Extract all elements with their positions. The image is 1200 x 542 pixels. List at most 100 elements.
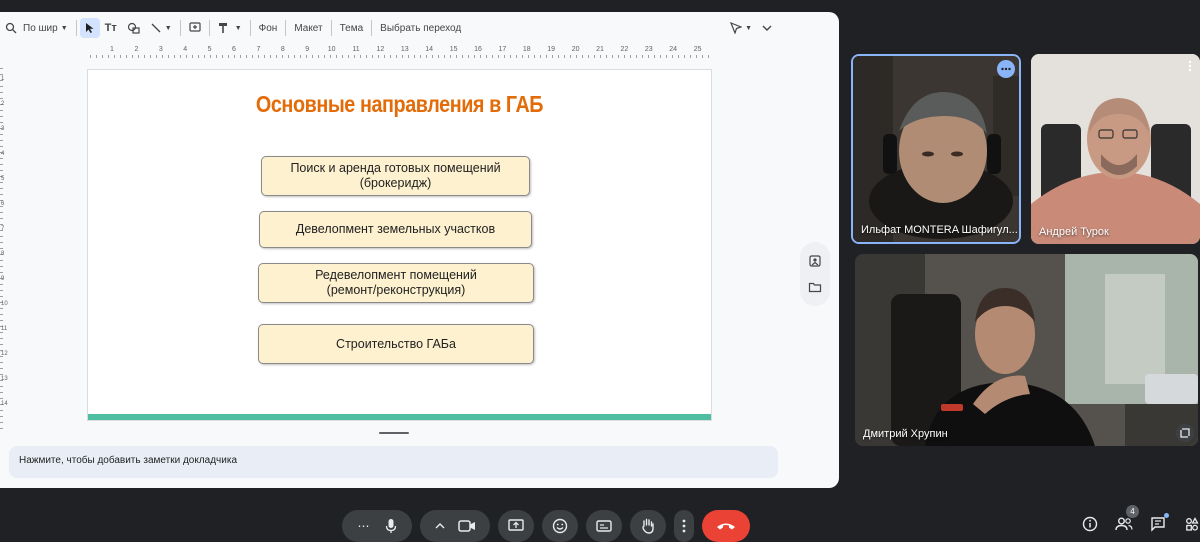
microphone-icon[interactable]	[385, 518, 397, 534]
shapes-icon	[127, 22, 140, 34]
ruler-ticks	[90, 55, 712, 58]
unread-dot	[1164, 513, 1169, 518]
background-button[interactable]: Фон	[254, 18, 283, 38]
crop-frame-icon[interactable]	[1176, 424, 1194, 442]
background-label: Фон	[258, 22, 278, 34]
ruler-number: 16	[474, 46, 482, 53]
captions-icon	[596, 520, 612, 532]
zoom-label: По шир	[23, 22, 58, 34]
more-horizontal-icon	[1001, 67, 1011, 71]
call-controls: ⋯	[342, 510, 750, 542]
slide-footer-bar	[88, 414, 711, 420]
ruler-number: 5	[1, 176, 5, 182]
toolbar-divider	[371, 20, 373, 36]
paint-format-button[interactable]: ▼	[213, 18, 247, 38]
ruler-number: 4	[183, 46, 188, 53]
chevron-up-icon[interactable]	[435, 522, 445, 530]
chevron-down-icon: ▼	[745, 24, 752, 32]
chevron-down-icon: ▼	[60, 24, 68, 32]
ruler-number: 19	[547, 46, 556, 53]
theme-button[interactable]: Тема	[335, 18, 369, 38]
meeting-info-button[interactable]	[1080, 514, 1100, 534]
captions-button[interactable]	[586, 510, 622, 542]
line-icon	[151, 23, 161, 33]
participant-tile-3[interactable]: Дмитрий Хрупин	[855, 254, 1198, 446]
more-horizontal-icon[interactable]: ⋯	[358, 519, 370, 533]
collapse-toolbar-button[interactable]	[757, 18, 777, 38]
ruler-number: 10	[327, 46, 336, 53]
ruler-number: 9	[305, 46, 310, 53]
meet-window: По шир ▼ Tт ▼ ▼ Фон Макет Тема Выбрать п…	[0, 0, 1200, 542]
direction-box-development[interactable]: Девелопмент земельных участков	[259, 211, 532, 248]
slide-title: Основные направления в ГАБ	[255, 91, 544, 117]
shape-button[interactable]	[122, 18, 145, 38]
ruler-number: 4	[1, 151, 5, 157]
ruler-number: 17	[498, 46, 507, 53]
transition-button[interactable]: Выбрать переход	[375, 18, 466, 38]
transition-label: Выбрать переход	[380, 22, 462, 34]
add-comment-icon	[189, 22, 201, 32]
zoom-dropdown[interactable]: По шир ▼	[0, 18, 73, 38]
ruler-number: 7	[256, 46, 261, 53]
layout-label: Макет	[294, 22, 323, 34]
comment-button[interactable]	[184, 18, 206, 38]
camera-control-group[interactable]	[420, 510, 490, 542]
toolbar-divider	[249, 20, 251, 36]
ruler-number: 20	[571, 46, 580, 53]
more-vertical-icon[interactable]	[1184, 60, 1196, 72]
meeting-side-actions	[1080, 513, 1200, 534]
cursor-arrow-icon	[85, 23, 94, 33]
horizontal-ruler[interactable]: 1 2 3 4 5 6 7 8 9 10 11 12 13 14 15 16 17 18 19 20 21 22 23 24 2…	[90, 46, 712, 58]
speaker-notes-field[interactable]: Нажмите, чтобы добавить заметки докладчи…	[9, 446, 778, 478]
ruler-number: 13	[400, 46, 409, 53]
participant-name: Дмитрий Хрупин	[863, 428, 948, 440]
leave-call-button[interactable]	[702, 510, 750, 542]
participant-tile-2[interactable]: Андрей Турок	[1031, 54, 1200, 244]
activities-button[interactable]	[1182, 514, 1200, 534]
direction-box-construction[interactable]: Строительство ГАБа	[258, 324, 534, 364]
present-screen-button[interactable]	[498, 510, 534, 542]
slide-image-icon[interactable]	[808, 254, 822, 268]
shared-screen-editor: По шир ▼ Tт ▼ ▼ Фон Макет Тема Выбрать п…	[0, 12, 839, 488]
toolbar-divider	[75, 20, 77, 36]
line-button[interactable]: ▼	[145, 18, 177, 38]
ruler-number: 10	[1, 301, 8, 307]
ruler-number: 1	[110, 46, 114, 53]
ruler-number: 11	[352, 46, 360, 53]
ruler-number: 23	[644, 46, 653, 53]
raise-hand-button[interactable]	[630, 510, 666, 542]
folder-icon[interactable]	[808, 280, 822, 294]
theme-label: Тема	[339, 22, 364, 34]
chevron-down-icon: ▼	[234, 24, 242, 32]
more-vertical-icon	[682, 519, 686, 533]
ruler-number: 1	[1, 76, 5, 82]
chat-button[interactable]	[1148, 513, 1169, 534]
ruler-number: 3	[1, 126, 5, 132]
present-screen-icon	[508, 519, 524, 531]
pen-mode-dropdown[interactable]: ▼	[725, 18, 757, 38]
slide-canvas[interactable]: Основные направления в ГАБ Поиск и аренд…	[87, 69, 712, 421]
direction-box-redevelopment[interactable]: Редевелопмент помещений (ремонт/реконстр…	[258, 263, 534, 303]
ruler-number: 9	[1, 276, 5, 282]
layout-button[interactable]: Макет	[289, 18, 327, 38]
people-icon	[1115, 517, 1133, 531]
direction-box-brokerage[interactable]: Поиск и аренда готовых помещений (брокер…	[261, 156, 530, 196]
more-options-button[interactable]	[674, 510, 694, 542]
ruler-number: 6	[232, 46, 236, 53]
vertical-ruler[interactable]: 1 2 3 4 5 6 7 8 9 10 11 12 13 14	[0, 68, 10, 434]
editor-toolbar: По шир ▼ Tт ▼ ▼ Фон Макет Тема Выбрать п…	[0, 16, 839, 40]
mic-control-group[interactable]: ⋯	[342, 510, 412, 542]
ruler-number: 12	[376, 46, 385, 53]
ruler-number: 5	[207, 46, 212, 53]
people-button[interactable]	[1114, 514, 1134, 534]
reactions-button[interactable]	[542, 510, 578, 542]
participant-tile-1[interactable]: Ильфат MONTERA Шафигул...	[851, 54, 1021, 244]
pen-cursor-icon	[730, 22, 743, 34]
select-tool-button[interactable]	[79, 18, 100, 38]
notes-resize-handle[interactable]	[379, 432, 409, 434]
more-options-button[interactable]	[997, 60, 1015, 78]
chevron-down-icon: ▼	[164, 24, 172, 32]
text-box-button[interactable]: Tт	[100, 18, 122, 38]
text-box-icon: Tт	[104, 22, 117, 34]
camera-icon[interactable]	[457, 519, 476, 533]
